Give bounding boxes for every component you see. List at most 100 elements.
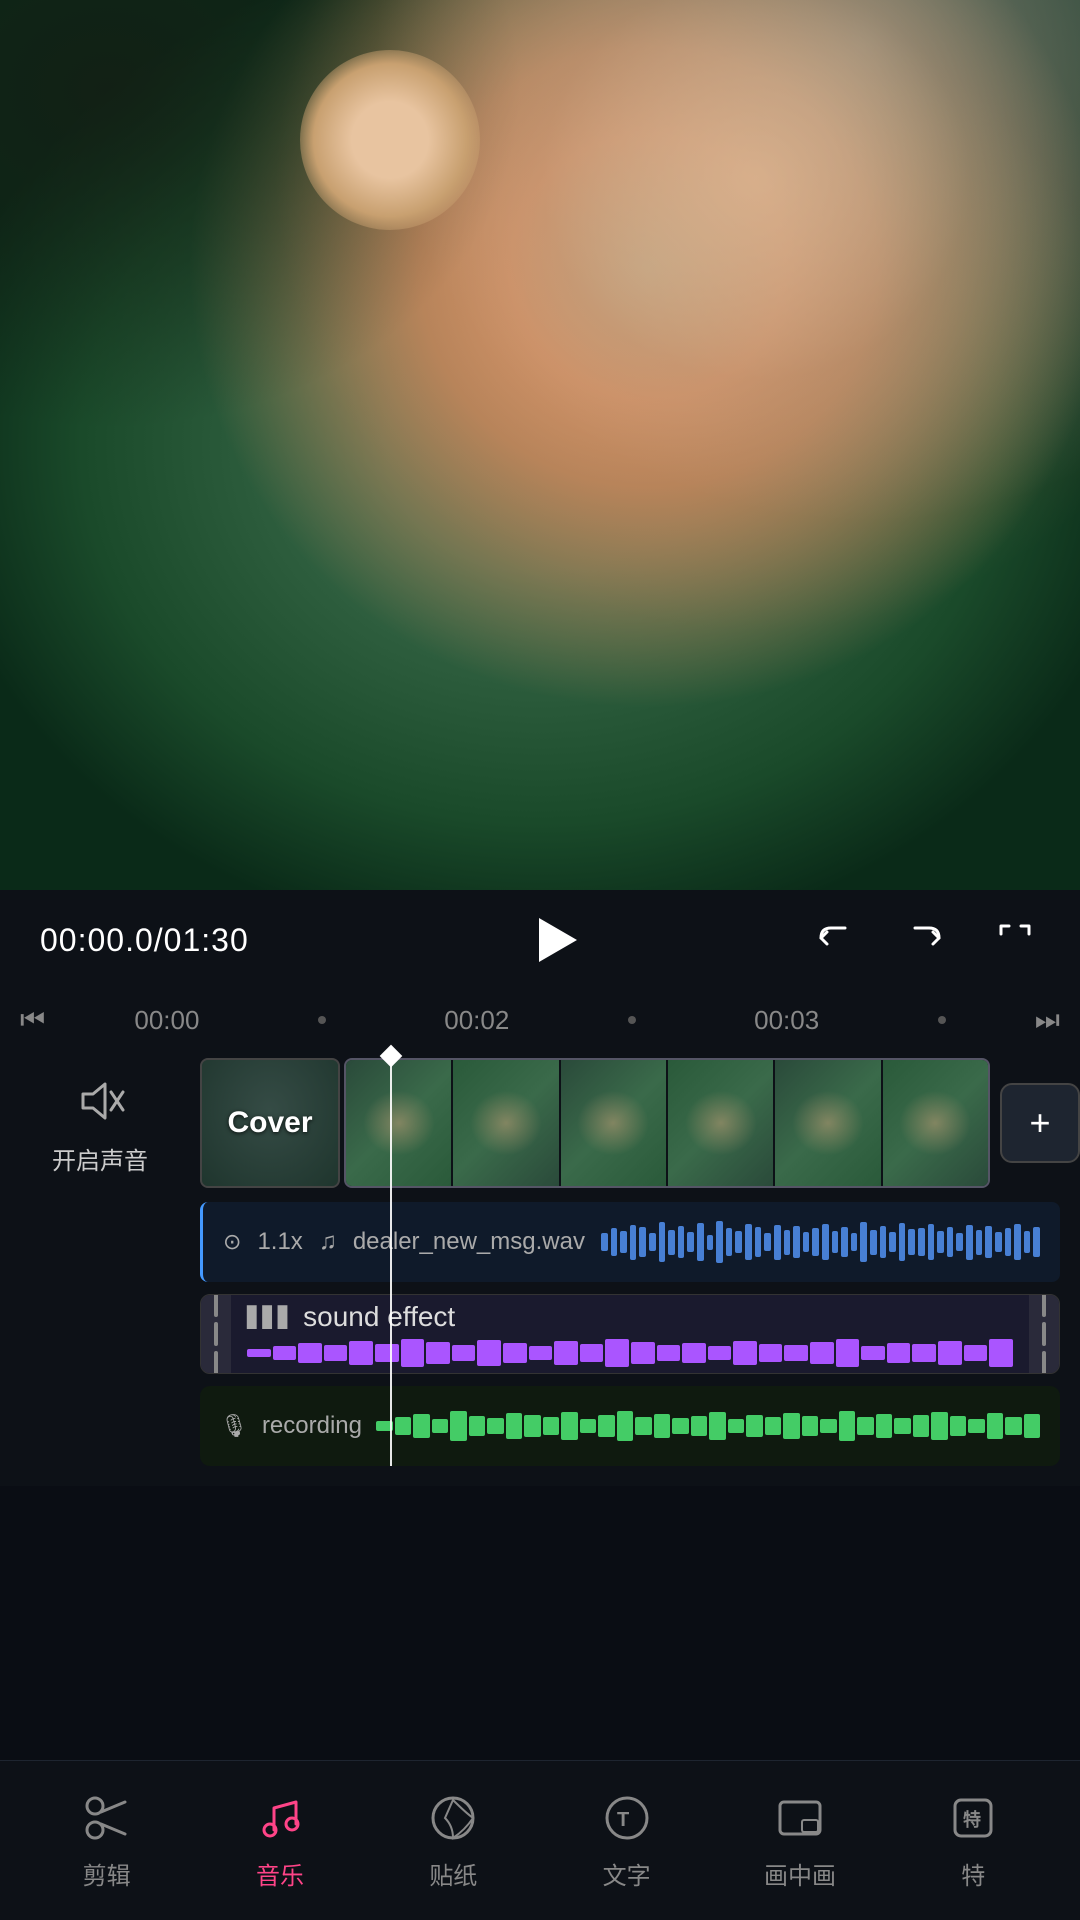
svg-text:T: T (617, 1809, 629, 1831)
music-bar (966, 1225, 973, 1260)
music-bar (956, 1233, 963, 1251)
cover-clip[interactable]: Cover (200, 1058, 340, 1188)
sound-effect-track-wrapper: ▋▋▋ sound effect (0, 1288, 1080, 1380)
video-track-row: 开启声音 Cover + (0, 1050, 1080, 1196)
ruler-dot-0 (318, 1016, 326, 1024)
nav-label-music: 音乐 (256, 1856, 304, 1891)
timeline-ruler: ⏮ 00:00 00:02 00:03 ⏭ (0, 990, 1080, 1050)
nav-item-music[interactable]: 音乐 (220, 1790, 340, 1891)
rec-bar (968, 1419, 985, 1433)
right-handle-line-2 (1042, 1322, 1046, 1346)
se-bar (989, 1339, 1013, 1367)
undo-button[interactable] (810, 915, 860, 965)
special-icon: 特 (945, 1790, 1001, 1846)
video-frames-strip[interactable] (344, 1058, 990, 1188)
nav-item-special[interactable]: 特 特 (913, 1790, 1033, 1891)
music-bar (1014, 1224, 1021, 1260)
right-handle-line-1 (1042, 1294, 1046, 1317)
rec-bar (506, 1413, 523, 1439)
sound-effect-label: sound effect (303, 1301, 455, 1333)
handle-line-3 (214, 1351, 218, 1374)
rec-bar (931, 1412, 948, 1440)
mute-icon (70, 1071, 130, 1131)
music-bar (1033, 1227, 1040, 1257)
ruler-time-1: 00:02 (444, 1005, 509, 1036)
music-bar (851, 1233, 858, 1251)
handle-line-2 (214, 1322, 218, 1346)
music-bar (707, 1235, 714, 1250)
se-bar (759, 1344, 783, 1362)
ruler-dot-2 (938, 1016, 946, 1024)
music-bar (716, 1221, 723, 1263)
nav-label-sticker: 贴纸 (429, 1856, 477, 1891)
se-bar (861, 1346, 885, 1360)
play-button[interactable] (523, 908, 587, 972)
timeline-area: ⏮ 00:00 00:02 00:03 ⏭ (0, 990, 1080, 1486)
rec-bar (691, 1416, 708, 1436)
sticker-icon (425, 1790, 481, 1846)
svg-text:特: 特 (963, 1809, 981, 1830)
se-bar (375, 1344, 399, 1362)
video-frame-1 (346, 1060, 451, 1186)
music-bar (764, 1233, 771, 1251)
nav-item-pip[interactable]: 画中画 (740, 1790, 860, 1891)
rec-bar (839, 1411, 856, 1441)
timeline-tracks-wrapper: 开启声音 Cover + (0, 1050, 1080, 1466)
nav-label-pip: 画中画 (764, 1856, 836, 1891)
nav-item-sticker[interactable]: 贴纸 (393, 1790, 513, 1891)
rec-bar (765, 1417, 782, 1435)
music-bar (630, 1225, 637, 1260)
music-bar (745, 1224, 752, 1260)
music-bar (995, 1232, 1002, 1252)
right-handle-line-3 (1042, 1351, 1046, 1374)
rec-bar (561, 1412, 578, 1440)
music-bar (918, 1228, 925, 1256)
rec-bar (376, 1421, 393, 1431)
music-bar (784, 1230, 791, 1255)
music-bar (639, 1227, 646, 1257)
music-bar (899, 1223, 906, 1261)
rec-bar (894, 1418, 911, 1434)
music-bar (620, 1231, 627, 1253)
nav-item-text[interactable]: T 文字 (567, 1790, 687, 1891)
se-bar (631, 1342, 655, 1364)
nav-label-special: 特 (961, 1856, 985, 1891)
cover-label: Cover (227, 1106, 312, 1140)
nav-item-edit[interactable]: 剪辑 (47, 1790, 167, 1891)
music-track[interactable]: ⊙ 1.1x ♫ dealer_new_msg.wav (200, 1202, 1060, 1282)
rec-bar (820, 1419, 837, 1433)
play-triangle-icon (539, 918, 577, 962)
se-bar (401, 1339, 425, 1367)
sound-wave-icon: ▋▋▋ (247, 1305, 293, 1330)
sound-toggle[interactable]: 开启声音 (0, 1061, 200, 1186)
music-waveform (601, 1222, 1040, 1262)
sound-effect-track[interactable]: ▋▋▋ sound effect (200, 1294, 1060, 1374)
music-bar (687, 1232, 694, 1252)
add-clip-button[interactable]: + (1000, 1083, 1080, 1163)
rec-bar (1024, 1414, 1041, 1438)
music-bar (649, 1233, 656, 1251)
video-frame-3 (561, 1060, 666, 1186)
music-bar (947, 1227, 954, 1257)
recording-track[interactable]: 🎙 recording (200, 1386, 1060, 1466)
rec-bar (1005, 1417, 1022, 1435)
se-bar (273, 1346, 297, 1360)
skip-to-end-button[interactable]: ⏭ (1035, 1004, 1060, 1037)
music-bar (832, 1231, 839, 1253)
redo-button[interactable] (900, 915, 950, 965)
rec-bar (672, 1418, 689, 1434)
sound-effect-waveform (247, 1339, 1013, 1367)
skip-to-start-button[interactable]: ⏮ (20, 1004, 45, 1037)
music-bar (755, 1227, 762, 1257)
fullscreen-button[interactable] (990, 915, 1040, 965)
se-bar (912, 1344, 936, 1362)
music-speed: 1.1x (257, 1228, 302, 1256)
se-bar (657, 1345, 681, 1361)
music-bar (908, 1229, 915, 1255)
se-bar (529, 1346, 553, 1360)
sound-effect-right-handle[interactable] (1029, 1295, 1059, 1373)
music-waveform-bars (601, 1222, 1040, 1262)
sound-effect-left-handle[interactable] (201, 1295, 231, 1373)
music-bar (822, 1224, 829, 1260)
music-bar (870, 1230, 877, 1255)
